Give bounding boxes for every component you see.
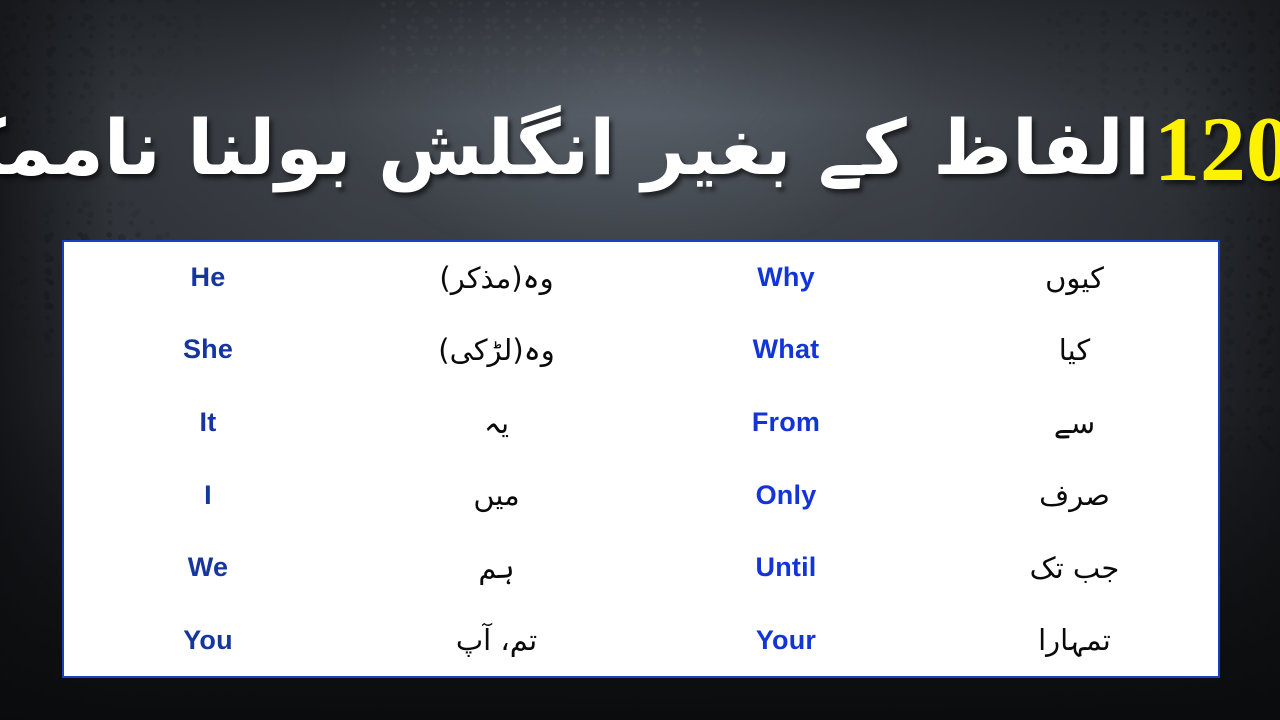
table-row: We ہم Until جب تک bbox=[63, 531, 1219, 605]
english-word-right: Why bbox=[641, 241, 931, 314]
table-row: It یہ From سے bbox=[63, 386, 1219, 459]
english-word-right: From bbox=[641, 386, 931, 459]
urdu-meaning-right: جب تک bbox=[931, 531, 1219, 605]
english-word-right: What bbox=[641, 313, 931, 387]
slide-canvas: ان 120 الفاظ کے بغیر انگلش بولنا ناممکن … bbox=[0, 0, 1280, 720]
english-word-left: He bbox=[63, 241, 352, 314]
urdu-meaning-left: وہ(مذکر) bbox=[352, 241, 641, 314]
english-word-right: Your bbox=[641, 604, 931, 677]
urdu-meaning-right: صرف bbox=[931, 458, 1219, 532]
title-word-count: 120 bbox=[1153, 97, 1280, 200]
table-row: I میں Only صرف bbox=[63, 458, 1219, 532]
title-segment-after: الفاظ کے بغیر انگلش بولنا ناممکن bbox=[0, 103, 1150, 193]
urdu-meaning-right: کیا bbox=[931, 313, 1219, 387]
vocabulary-table: He وہ(مذکر) Why کیوں She وہ(لڑکی) What ک… bbox=[62, 240, 1220, 678]
urdu-meaning-left: ہم bbox=[352, 531, 641, 605]
english-word-left: She bbox=[63, 313, 352, 387]
vocabulary-table-body: He وہ(مذکر) Why کیوں She وہ(لڑکی) What ک… bbox=[63, 241, 1219, 677]
urdu-meaning-right: کیوں bbox=[931, 241, 1219, 314]
english-word-left: You bbox=[63, 604, 352, 677]
table-row: He وہ(مذکر) Why کیوں bbox=[63, 241, 1219, 314]
english-word-right: Only bbox=[641, 458, 931, 532]
english-word-left: We bbox=[63, 531, 352, 605]
urdu-meaning-left: وہ(لڑکی) bbox=[352, 313, 641, 387]
english-word-left: It bbox=[63, 386, 352, 459]
table-row: She وہ(لڑکی) What کیا bbox=[63, 313, 1219, 387]
english-word-right: Until bbox=[641, 531, 931, 605]
urdu-meaning-left: تم، آپ bbox=[352, 604, 641, 677]
urdu-meaning-left: یہ bbox=[352, 386, 641, 459]
table-row: You تم، آپ Your تمہارا bbox=[63, 604, 1219, 677]
urdu-meaning-left: میں bbox=[352, 458, 641, 532]
english-word-left: I bbox=[63, 458, 352, 532]
page-title: ان 120 الفاظ کے بغیر انگلش بولنا ناممکن bbox=[0, 86, 1280, 211]
urdu-meaning-right: سے bbox=[931, 386, 1219, 459]
urdu-meaning-right: تمہارا bbox=[931, 604, 1219, 677]
